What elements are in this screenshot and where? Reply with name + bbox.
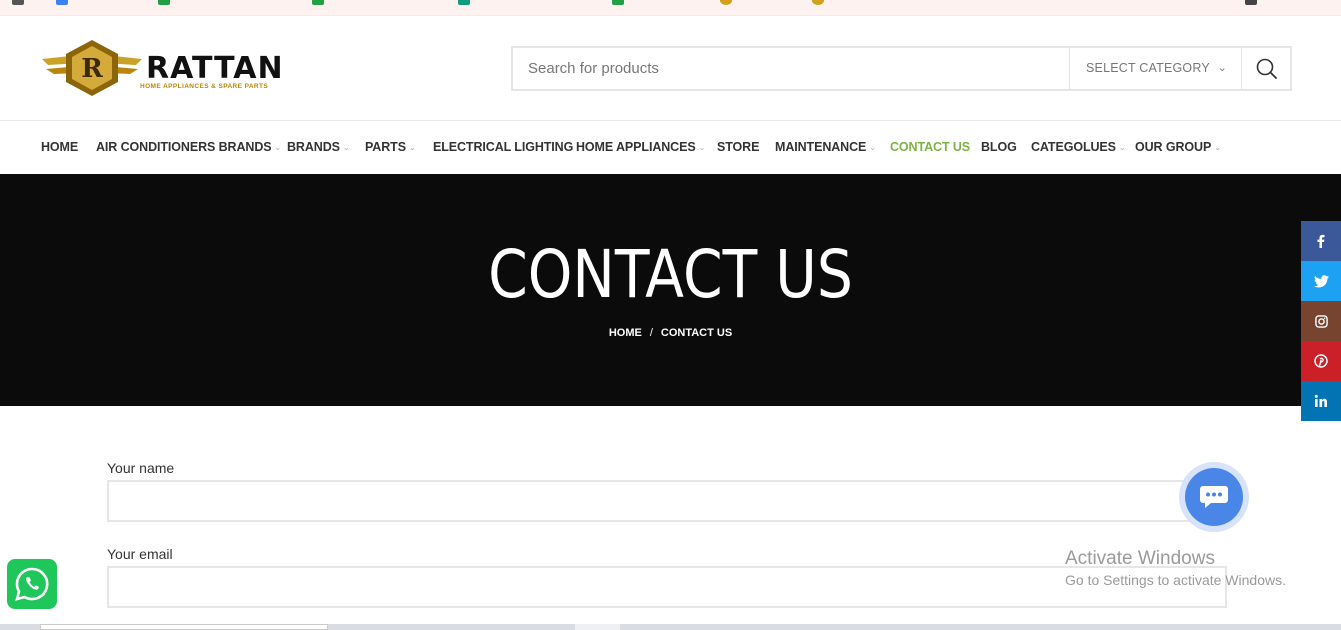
windows-activation-watermark: Activate Windows Go to Settings to activ… bbox=[1065, 548, 1286, 588]
breadcrumb: HOME / CONTACT US bbox=[0, 327, 1341, 339]
nav-item-electrical-lighting[interactable]: ELECTRICAL LIGHTING bbox=[433, 121, 573, 174]
nav-item-store[interactable]: STORE bbox=[717, 121, 759, 174]
main-navigation: HOME AIR CONDITIONERS BRANDS ⌄ BRANDS ⌄ PA… bbox=[0, 120, 1341, 174]
watermark-subtitle: Go to Settings to activate Windows. bbox=[1065, 572, 1286, 588]
bottom-form-row bbox=[0, 624, 1341, 630]
svg-text:R: R bbox=[81, 54, 103, 84]
name-label: Your name bbox=[107, 460, 175, 476]
logo-emblem-icon: R bbox=[42, 40, 142, 96]
brand-tagline: HOME APPLIANCES & SPARE PARTS bbox=[140, 83, 269, 90]
search-icon bbox=[1256, 58, 1277, 79]
chevron-down-icon: ⌄ bbox=[342, 143, 350, 152]
breadcrumb-home-link[interactable]: HOME bbox=[609, 327, 642, 339]
watermark-title: Activate Windows bbox=[1065, 548, 1215, 569]
form-input-partial[interactable] bbox=[40, 624, 328, 630]
chevron-down-icon: ⌄ bbox=[274, 143, 282, 152]
email-field[interactable] bbox=[107, 566, 1227, 608]
nav-item-label: HOME bbox=[41, 140, 79, 154]
category-select-label: SELECT CATEGORY bbox=[1086, 61, 1210, 75]
pinterest-icon bbox=[1314, 354, 1328, 368]
nav-item-label: BRANDS bbox=[287, 140, 340, 154]
nav-item-home-appliances[interactable]: HOME APPLIANCES ⌄ bbox=[576, 121, 705, 174]
reading-list-icon[interactable] bbox=[1245, 0, 1257, 5]
nav-item-parts[interactable]: PARTS ⌄ bbox=[365, 121, 416, 174]
bookmark-icon[interactable] bbox=[56, 0, 68, 5]
bookmark-icon[interactable] bbox=[720, 0, 732, 5]
search-input[interactable] bbox=[513, 48, 1069, 89]
chevron-down-icon: ⌄ bbox=[1217, 62, 1227, 74]
search-bar: SELECT CATEGORY ⌄ bbox=[511, 46, 1292, 91]
chevron-down-icon: ⌄ bbox=[408, 143, 416, 152]
nav-item-label: ELECTRICAL LIGHTING bbox=[433, 140, 574, 154]
chat-button-inner bbox=[1185, 468, 1243, 526]
site-header: R RATTAN HOME APPLIANCES & SPARE PARTS S… bbox=[0, 17, 1341, 120]
instagram-link[interactable] bbox=[1301, 301, 1341, 341]
nav-item-label: HOME APPLIANCES bbox=[576, 140, 696, 154]
chat-button[interactable] bbox=[1179, 462, 1249, 532]
bookmark-icon[interactable] bbox=[612, 0, 624, 5]
apps-icon[interactable] bbox=[12, 0, 24, 5]
nav-item-label: AIR CONDITIONERS BRANDS bbox=[96, 140, 272, 154]
page-title-banner: CONTACT US HOME / CONTACT US bbox=[0, 174, 1341, 406]
social-share-sidebar bbox=[1301, 221, 1341, 421]
name-field[interactable] bbox=[107, 480, 1227, 522]
chevron-down-icon: ⌄ bbox=[869, 143, 876, 152]
nav-item-label: BLOG bbox=[981, 140, 1017, 154]
nav-item-label: CONTACT US bbox=[890, 140, 971, 154]
nav-item-catalogues[interactable]: CATEGOLUES ⌄ bbox=[1031, 121, 1126, 174]
email-label: Your email bbox=[107, 546, 173, 562]
breadcrumb-current: CONTACT US bbox=[660, 327, 733, 339]
whatsapp-button[interactable] bbox=[7, 559, 57, 609]
nav-item-blog[interactable]: BLOG bbox=[981, 121, 1017, 174]
category-select[interactable]: SELECT CATEGORY ⌄ bbox=[1069, 48, 1241, 89]
nav-item-label: MAINTENANCE bbox=[775, 140, 867, 154]
page-title: CONTACT US bbox=[488, 236, 853, 313]
nav-item-air-conditioners-brands[interactable]: AIR CONDITIONERS BRANDS ⌄ bbox=[96, 121, 281, 174]
nav-item-brands[interactable]: BRANDS ⌄ bbox=[287, 121, 350, 174]
nav-item-our-group[interactable]: OUR GROUP ⌄ bbox=[1135, 121, 1221, 174]
facebook-icon bbox=[1317, 234, 1325, 248]
nav-item-label: OUR GROUP bbox=[1135, 140, 1212, 154]
chevron-down-icon: ⌄ bbox=[1118, 143, 1126, 152]
chevron-down-icon: ⌄ bbox=[698, 143, 706, 152]
browser-bookmarks-strip bbox=[0, 0, 1341, 16]
form-control-partial[interactable] bbox=[575, 624, 620, 630]
nav-item-contact-us[interactable]: CONTACT US bbox=[890, 121, 970, 174]
bookmark-icon[interactable] bbox=[312, 0, 324, 5]
chat-bubble-icon bbox=[1200, 486, 1228, 508]
bookmark-icon[interactable] bbox=[158, 0, 170, 5]
brand-name: RATTAN bbox=[146, 51, 284, 86]
facebook-link[interactable] bbox=[1301, 221, 1341, 261]
nav-item-label: CATEGOLUES bbox=[1031, 140, 1116, 154]
nav-item-label: STORE bbox=[717, 140, 760, 154]
linkedin-link[interactable] bbox=[1301, 381, 1341, 421]
twitter-icon bbox=[1313, 274, 1329, 287]
bookmark-icon[interactable] bbox=[458, 0, 470, 5]
search-button[interactable] bbox=[1241, 48, 1290, 89]
site-logo[interactable]: R RATTAN HOME APPLIANCES & SPARE PARTS bbox=[42, 37, 292, 99]
chevron-down-icon: ⌄ bbox=[1214, 143, 1221, 152]
pinterest-link[interactable] bbox=[1301, 341, 1341, 381]
nav-item-maintenance[interactable]: MAINTENANCE ⌄ bbox=[775, 121, 876, 174]
breadcrumb-separator: / bbox=[649, 327, 653, 339]
whatsapp-icon bbox=[15, 567, 49, 601]
nav-item-home[interactable]: HOME bbox=[41, 121, 78, 174]
bookmark-icon[interactable] bbox=[812, 0, 824, 5]
linkedin-icon bbox=[1314, 394, 1327, 407]
twitter-link[interactable] bbox=[1301, 261, 1341, 301]
nav-item-label: PARTS bbox=[365, 140, 406, 154]
instagram-icon bbox=[1314, 314, 1328, 328]
